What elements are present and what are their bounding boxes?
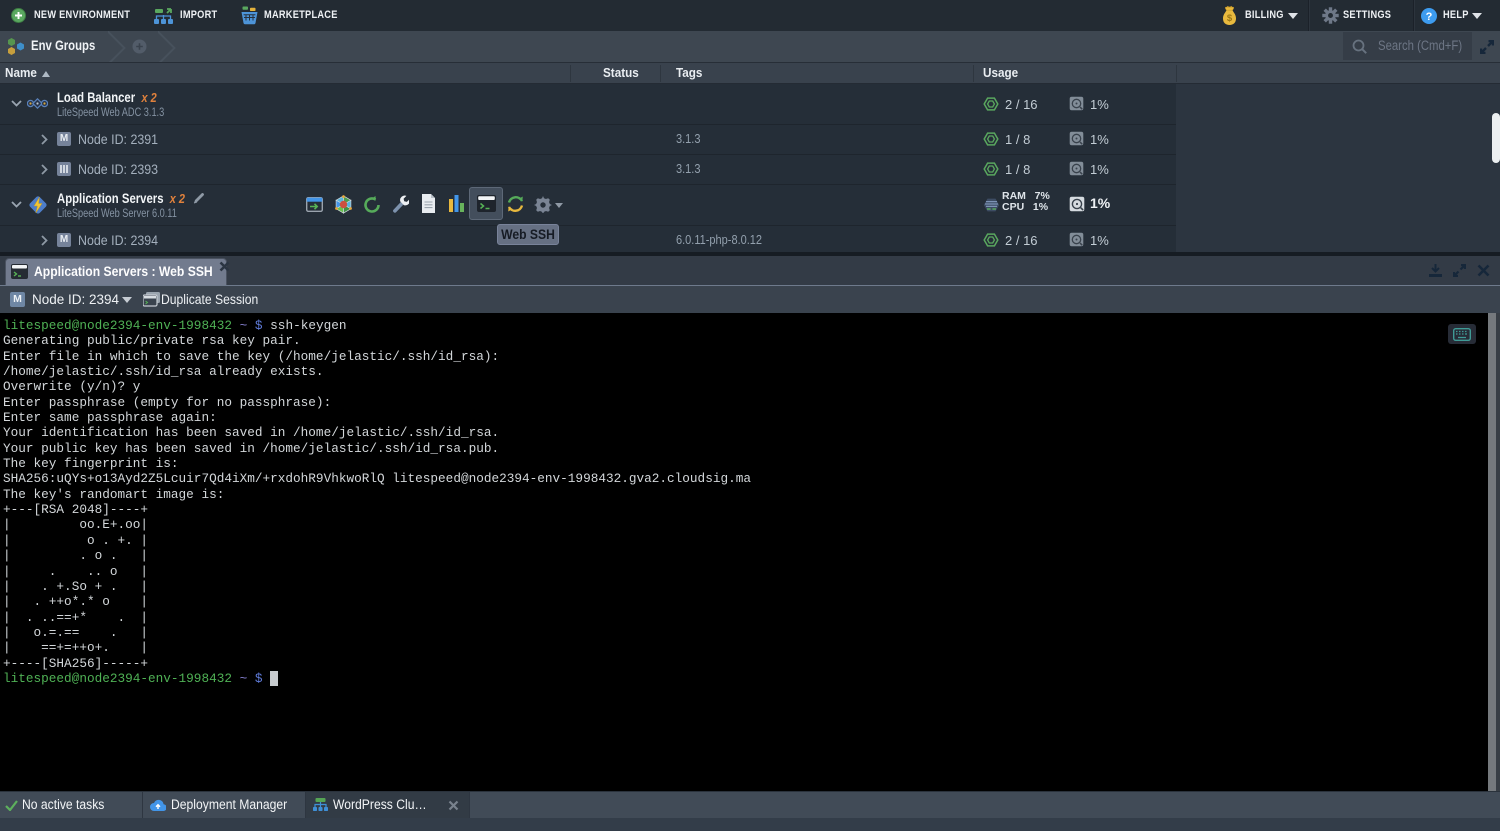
svg-text:?: ?: [1426, 11, 1433, 23]
svg-text:$: $: [1227, 13, 1233, 24]
